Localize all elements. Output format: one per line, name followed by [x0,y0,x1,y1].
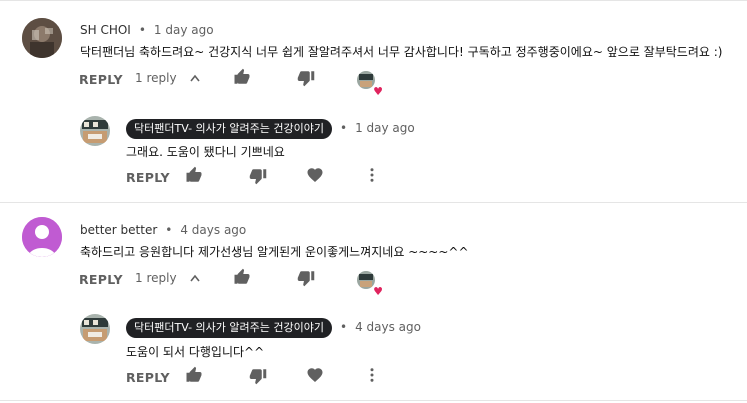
bottom-divider [0,400,747,401]
dislike-button[interactable] [248,368,268,388]
default-avatar-icon [22,217,62,257]
reply-text: 그래요. 도움이 됐다니 기쁘네요 [126,145,285,159]
chevron-up-icon [190,72,201,85]
avatar[interactable] [22,217,62,257]
comment-author[interactable]: SH CHOI [80,23,131,37]
dot-icon: • [138,23,146,37]
chevron-up-icon [190,271,201,285]
dislike-button[interactable] [296,70,316,90]
reply-button[interactable]: REPLY [79,72,131,87]
comment-divider [0,202,747,203]
dislike-button[interactable] [296,270,316,290]
dot-icon: • [165,223,173,237]
thumb-up-icon [185,166,203,188]
creator-avatar[interactable] [80,116,110,146]
comment-time[interactable]: 1 day ago [154,23,214,37]
more-button[interactable] [362,367,382,387]
like-button[interactable] [184,366,204,388]
comment-time[interactable]: 4 days ago [180,223,246,237]
thumb-up-icon [233,268,251,290]
comment-text: 축하드리고 응원합니다 제가선생님 알게된게 운이좋게느껴지네요 ~~~~^^ [80,245,469,259]
creator-badge[interactable]: 닥터팬더TV- 의사가 알려주는 건강이야기 [126,119,332,139]
more-vert-icon [363,366,381,388]
reply-time[interactable]: 1 day ago [355,121,415,135]
more-vert-icon [363,166,381,188]
heart-icon [306,366,324,388]
like-button[interactable] [184,166,204,188]
creator-badge[interactable]: 닥터팬더TV- 의사가 알려주는 건강이야기 [126,318,332,338]
creator-heart: ♥ [357,71,383,97]
reply-button[interactable]: REPLY [126,170,178,185]
heart-button[interactable] [305,167,325,187]
comment-text: 닥터팬더님 축하드려요~ 건강지식 너무 쉽게 잘알려주셔서 너무 감사합니다!… [80,45,723,59]
replies-count: 1 reply [135,71,177,85]
replies-toggle[interactable]: 1 reply [135,271,201,285]
comment-header: SH CHOI • 1 day ago [80,23,214,37]
creator-avatar[interactable] [80,314,110,344]
reply-header: 닥터팬더TV- 의사가 알려주는 건강이야기 • 4 days ago [126,318,421,338]
thumb-down-icon [249,167,267,189]
top-divider [0,0,747,1]
reply-button[interactable]: REPLY [126,370,178,385]
reply-time[interactable]: 4 days ago [355,320,421,334]
heart-button[interactable] [305,367,325,387]
like-button[interactable] [232,68,252,90]
more-button[interactable] [362,167,382,187]
creator-heart: ♥ [357,271,383,297]
thumb-down-icon [297,69,315,91]
reply-button[interactable]: REPLY [79,272,131,287]
comment-header: better better • 4 days ago [80,223,246,237]
like-button[interactable] [232,268,252,290]
replies-count: 1 reply [135,271,177,285]
heart-icon [306,166,324,188]
comment-author[interactable]: better better [80,223,157,237]
thumb-down-icon [297,269,315,291]
thumb-down-icon [249,367,267,389]
dot-icon: • [339,121,348,135]
creator-heart-icon: ♥ [373,85,383,98]
reply-header: 닥터팬더TV- 의사가 알려주는 건강이야기 • 1 day ago [126,119,415,139]
thumb-up-icon [185,366,203,388]
creator-heart-icon: ♥ [373,285,383,298]
replies-toggle[interactable]: 1 reply [135,71,201,85]
reply-text: 도움이 되서 다행입니다^^ [126,345,265,359]
avatar[interactable] [22,18,62,58]
dot-icon: • [339,320,348,334]
thumb-up-icon [233,68,251,90]
dislike-button[interactable] [248,168,268,188]
